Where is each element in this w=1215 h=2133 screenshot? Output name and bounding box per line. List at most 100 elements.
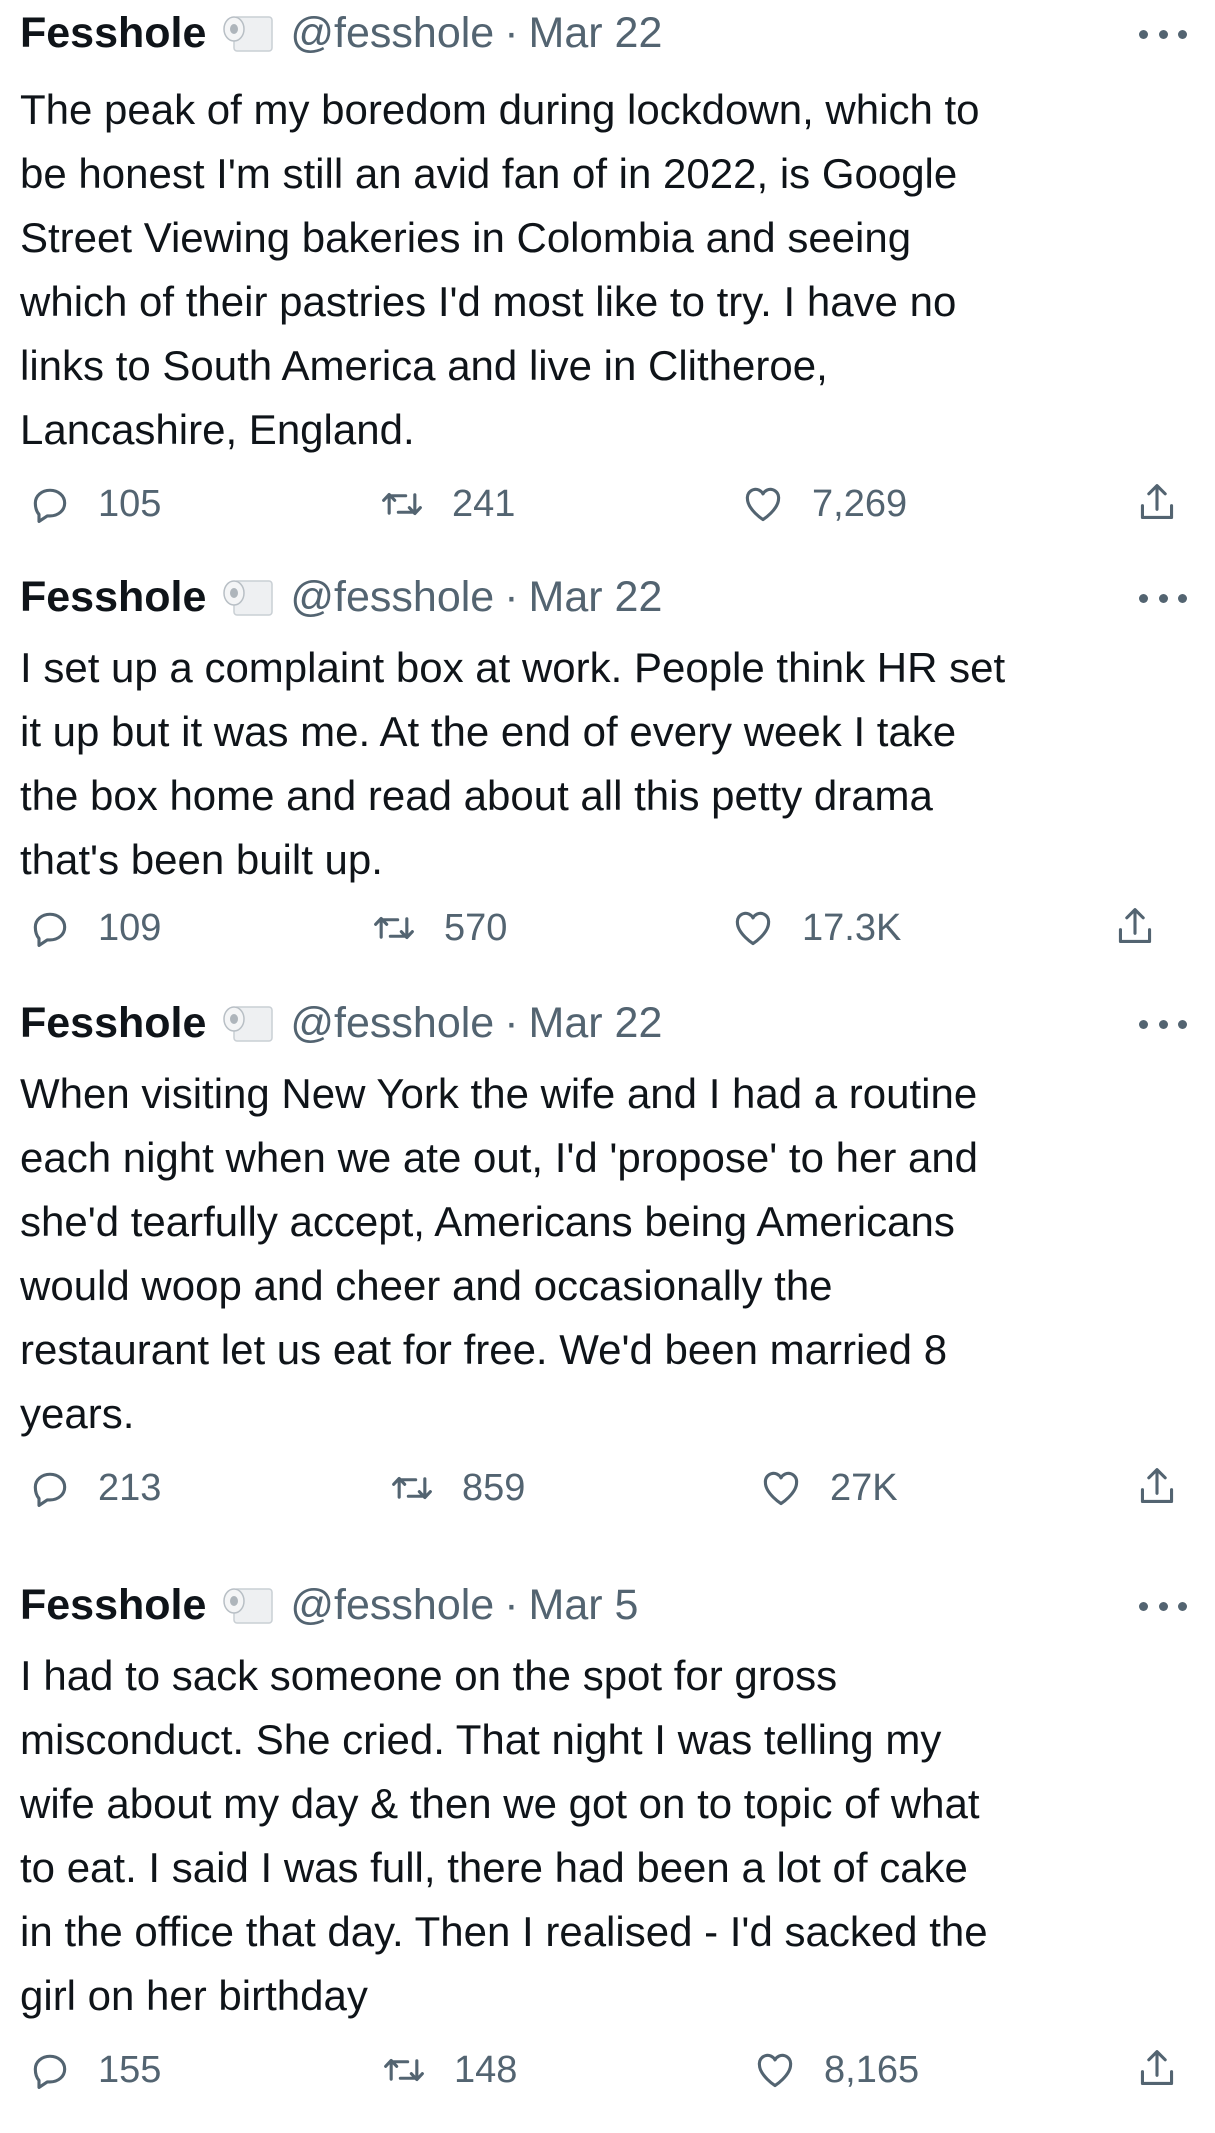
separator: · [504, 8, 519, 57]
retweet-count: 570 [444, 906, 508, 949]
tweet-text-line: which of their pastries I'd most like to… [20, 278, 957, 325]
reply-button[interactable]: 213 [28, 1458, 161, 1518]
tweet-date[interactable]: Mar 22 [529, 9, 663, 58]
tweet-text-line: would woop and cheer and occasionally th… [20, 1262, 833, 1309]
more-icon[interactable] [1139, 1004, 1187, 1044]
retweet-icon [378, 482, 426, 526]
tweet-text-line: the box home and read about all this pet… [20, 772, 933, 819]
author-name[interactable]: Fesshole [20, 9, 206, 58]
like-button[interactable]: 8,165 [752, 2040, 919, 2100]
more-icon[interactable] [1139, 14, 1187, 54]
retweet-icon [388, 1466, 436, 1510]
tweet-text-line: restaurant let us eat for free. We'd bee… [20, 1326, 948, 1373]
reply-icon [28, 482, 72, 526]
author-handle[interactable]: @fesshole [290, 999, 494, 1048]
heart-icon [730, 906, 776, 950]
retweet-button[interactable]: 570 [370, 898, 507, 958]
author-handle[interactable]: @fesshole [290, 573, 494, 622]
tweet-text: I had to sack someone on the spot for gr… [20, 1644, 1200, 2028]
reply-count: 105 [98, 482, 162, 525]
share-button[interactable] [1137, 1458, 1177, 1518]
toilet-roll-icon [220, 1583, 276, 1627]
tweet-text-line: When visiting New York the wife and I ha… [20, 1070, 978, 1117]
tweet-header: Fesshole @fesshole · Mar 22 [20, 572, 662, 622]
toilet-roll-icon [220, 1001, 276, 1045]
tweet-text: I set up a complaint box at work. People… [20, 636, 1200, 892]
share-icon [1137, 480, 1177, 529]
like-button[interactable]: 17.3K [730, 898, 901, 958]
share-button[interactable] [1137, 2040, 1177, 2100]
tweet-header: Fesshole @fesshole · Mar 5 [20, 1580, 638, 1630]
reply-icon [28, 906, 72, 950]
reply-count: 109 [98, 906, 162, 949]
author-handle[interactable]: @fesshole [290, 1581, 494, 1630]
share-icon [1137, 2046, 1177, 2095]
tweet-actions: 155 148 8,165 [0, 2040, 1215, 2100]
reply-count: 213 [98, 1466, 162, 1509]
separator: · [504, 1580, 519, 1629]
tweet-header: Fesshole @fesshole · Mar 22 [20, 8, 662, 58]
tweet-text-line: she'd tearfully accept, Americans being … [20, 1198, 955, 1245]
heart-icon [758, 1466, 804, 1510]
tweet-text-line: in the office that day. Then I realised … [20, 1908, 988, 1955]
tweet-text-line: wife about my day & then we got on to to… [20, 1780, 980, 1827]
retweet-count: 859 [462, 1466, 526, 1509]
reply-button[interactable]: 109 [28, 898, 161, 958]
separator: · [504, 572, 519, 621]
reply-button[interactable]: 105 [28, 474, 161, 534]
like-count: 8,165 [824, 2048, 920, 2091]
tweet-text-line: misconduct. She cried. That night I was … [20, 1716, 942, 1763]
author-name[interactable]: Fesshole [20, 999, 206, 1048]
retweet-icon [370, 906, 418, 950]
tweet-text: When visiting New York the wife and I ha… [20, 1062, 1200, 1446]
tweet-text-line: Lancashire, England. [20, 406, 415, 453]
share-button[interactable] [1137, 474, 1177, 534]
tweet-text-line: that's been built up. [20, 836, 383, 883]
author-name[interactable]: Fesshole [20, 1581, 206, 1630]
author-handle[interactable]: @fesshole [290, 9, 494, 58]
tweet-text-line: The peak of my boredom during lockdown, … [20, 86, 980, 133]
tweet-actions: 109 570 17.3K [0, 898, 1215, 958]
toilet-roll-icon [220, 11, 276, 55]
separator: · [504, 998, 519, 1047]
tweet-text-line: years. [20, 1390, 135, 1437]
tweet-text-line: links to South America and live in Clith… [20, 342, 828, 389]
author-name[interactable]: Fesshole [20, 573, 206, 622]
tweet-text-line: I had to sack someone on the spot for gr… [20, 1652, 838, 1699]
tweet-text-line: be honest I'm still an avid fan of in 20… [20, 150, 958, 197]
tweet-actions: 213 859 27K [0, 1458, 1215, 1518]
heart-icon [740, 482, 786, 526]
tweet-text-line: it up but it was me. At the end of every… [20, 708, 957, 755]
more-icon[interactable] [1139, 1586, 1187, 1626]
share-icon [1137, 1464, 1177, 1513]
tweet-date[interactable]: Mar 22 [529, 573, 663, 622]
share-button[interactable] [1115, 898, 1155, 958]
tweet-text-line: I set up a complaint box at work. People… [20, 644, 1006, 691]
retweet-count: 148 [454, 2048, 518, 2091]
reply-button[interactable]: 155 [28, 2040, 161, 2100]
heart-icon [752, 2048, 798, 2092]
tweet-text-line: to eat. I said I was full, there had bee… [20, 1844, 968, 1891]
like-button[interactable]: 7,269 [740, 474, 907, 534]
reply-icon [28, 1466, 72, 1510]
tweet-text: The peak of my boredom during lockdown, … [20, 78, 1200, 462]
retweet-count: 241 [452, 482, 516, 525]
tweet-date[interactable]: Mar 5 [529, 1581, 639, 1630]
like-button[interactable]: 27K [758, 1458, 898, 1518]
tweet-text-line: each night when we ate out, I'd 'propose… [20, 1134, 979, 1181]
reply-count: 155 [98, 2048, 162, 2091]
toilet-roll-icon [220, 575, 276, 619]
like-count: 17.3K [802, 906, 902, 949]
more-icon[interactable] [1139, 578, 1187, 618]
tweet-text-line: girl on her birthday [20, 1972, 368, 2019]
tweet-date[interactable]: Mar 22 [529, 999, 663, 1048]
tweet-actions: 105 241 7,269 [0, 474, 1215, 534]
share-icon [1115, 904, 1155, 953]
retweet-button[interactable]: 859 [388, 1458, 525, 1518]
retweet-button[interactable]: 148 [380, 2040, 517, 2100]
retweet-icon [380, 2048, 428, 2092]
tweet-header: Fesshole @fesshole · Mar 22 [20, 998, 662, 1048]
like-count: 7,269 [812, 482, 908, 525]
tweet-text-line: Street Viewing bakeries in Colombia and … [20, 214, 912, 261]
retweet-button[interactable]: 241 [378, 474, 515, 534]
